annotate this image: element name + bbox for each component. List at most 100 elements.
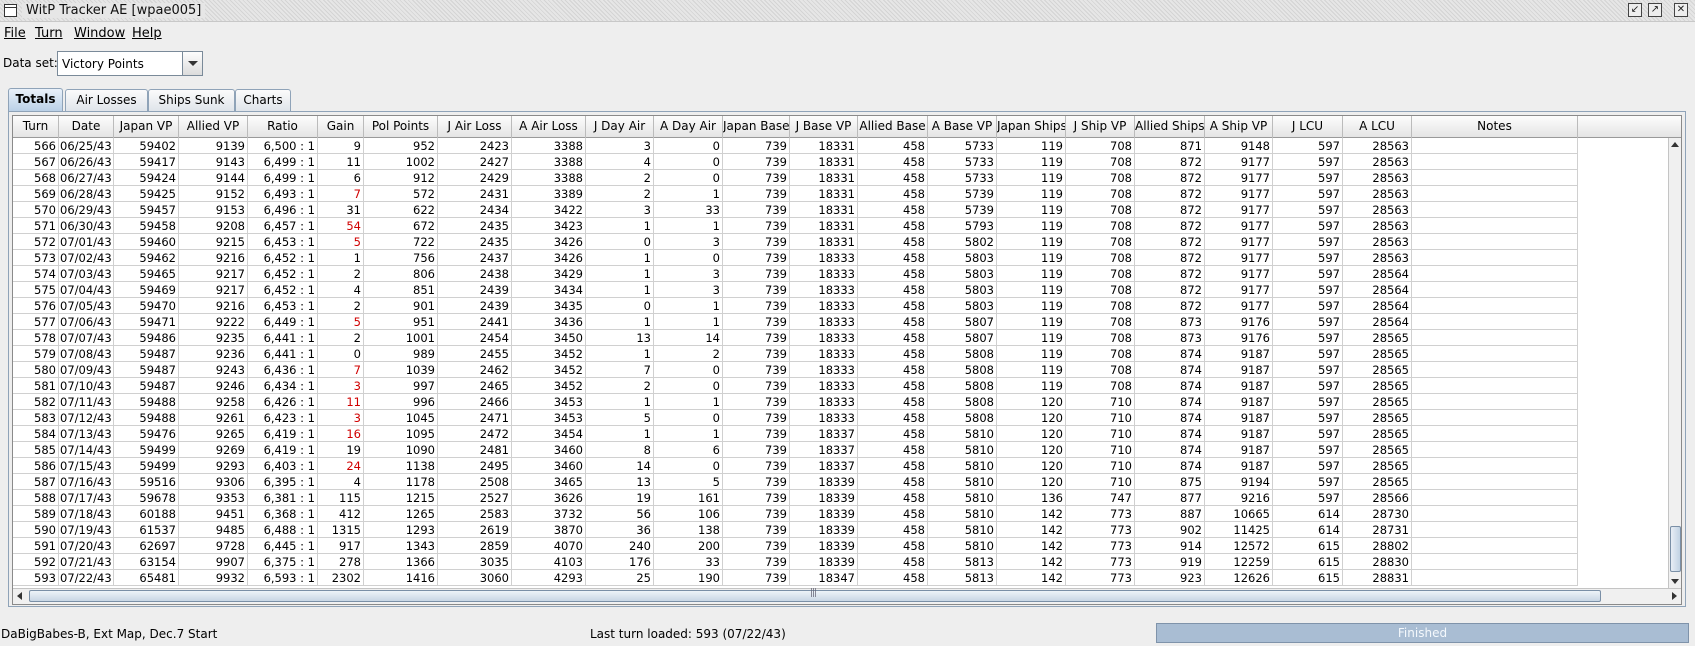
menu-file[interactable]: File — [4, 26, 26, 41]
table-cell: 458 — [858, 138, 928, 154]
table-row[interactable]: 582 07/11/43 59488 9258 6,426 : 1 11 996 2466 34… — [13, 394, 1668, 410]
vertical-scrollbar[interactable] — [1668, 138, 1681, 588]
column-header[interactable]: Notes — [1412, 116, 1578, 138]
table-cell: 574 — [13, 266, 59, 282]
table-row[interactable]: 576 07/05/43 59470 9216 6,453 : 1 2 901 2439 343… — [13, 298, 1668, 314]
column-header[interactable]: Allied VP — [179, 116, 248, 138]
column-header[interactable]: J Day Air — [586, 116, 654, 138]
table-cell: 18333 — [790, 266, 858, 282]
table-cell: 119 — [997, 330, 1066, 346]
table-row[interactable]: 590 07/19/43 61537 9485 6,488 : 1 1315 1293 261… — [13, 522, 1668, 538]
table-row[interactable]: 583 07/12/43 59488 9261 6,423 : 1 3 1045 2471 34… — [13, 410, 1668, 426]
table-cell: 615 — [1273, 570, 1343, 586]
table-cell: 200 — [654, 538, 723, 554]
table-row[interactable]: 591 07/20/43 62697 9728 6,445 : 1 917 1343 2859… — [13, 538, 1668, 554]
column-header[interactable]: J Air Loss — [438, 116, 512, 138]
table-cell: 458 — [858, 394, 928, 410]
table-row[interactable]: 567 06/26/43 59417 9143 6,499 : 1 11 1002 2427 3… — [13, 154, 1668, 170]
tab-charts[interactable]: Charts — [235, 89, 291, 111]
column-header[interactable]: Japan VP — [114, 116, 179, 138]
table-cell: 06/28/43 — [59, 186, 114, 202]
table-row[interactable]: 577 07/06/43 59471 9222 6,449 : 1 5 951 2441 343… — [13, 314, 1668, 330]
maximize-icon[interactable]: ↗ — [1648, 3, 1662, 17]
table-cell: 583 — [13, 410, 59, 426]
table-cell: 871 — [1135, 138, 1205, 154]
table-cell: 570 — [13, 202, 59, 218]
column-header[interactable]: A Ship VP — [1205, 116, 1273, 138]
minimize-icon[interactable]: ↙ — [1628, 3, 1642, 17]
horizontal-scroll-thumb[interactable] — [29, 588, 1601, 602]
table-row[interactable]: 593 07/22/43 65481 9932 6,593 : 1 2302 1416 306… — [13, 570, 1668, 586]
table-row[interactable]: 592 07/21/43 63154 9907 6,375 : 1 278 1366 3035… — [13, 554, 1668, 570]
table-cell: 739 — [723, 570, 790, 586]
dataset-select[interactable]: Victory Points — [57, 51, 203, 76]
column-header[interactable]: Japan Base — [723, 116, 790, 138]
menu-turn[interactable]: Turn — [35, 26, 63, 41]
column-header[interactable]: J Ship VP — [1066, 116, 1135, 138]
table-cell: 2466 — [438, 394, 512, 410]
table-row[interactable]: 579 07/08/43 59487 9236 6,441 : 1 0 989 2455 345… — [13, 346, 1668, 362]
tab-totals[interactable]: Totals — [8, 88, 63, 112]
horizontal-scrollbar[interactable] — [13, 588, 1681, 604]
table-cell: 615 — [1273, 538, 1343, 554]
table-row[interactable]: 589 07/18/43 60188 9451 6,368 : 1 412 1265 2583… — [13, 506, 1668, 522]
column-header[interactable]: Allied Ships — [1135, 116, 1205, 138]
table-cell: 59470 — [114, 298, 179, 314]
table-row[interactable]: 574 07/03/43 59465 9217 6,452 : 1 2 806 2438 342… — [13, 266, 1668, 282]
table-cell: 597 — [1273, 410, 1343, 426]
menu-help[interactable]: Help — [132, 26, 162, 41]
column-header[interactable]: Date — [59, 116, 114, 138]
column-header[interactable]: A LCU — [1343, 116, 1412, 138]
table-cell: 872 — [1135, 298, 1205, 314]
table-row[interactable]: 584 07/13/43 59476 9265 6,419 : 1 16 1095 2472 3… — [13, 426, 1668, 442]
table-cell: 739 — [723, 378, 790, 394]
column-header[interactable]: A Day Air — [654, 116, 723, 138]
table-row[interactable]: 587 07/16/43 59516 9306 6,395 : 1 4 1178 2508 34… — [13, 474, 1668, 490]
table-row[interactable]: 566 06/25/43 59402 9139 6,500 : 1 9 952 2423 338… — [13, 138, 1668, 154]
table-cell: 2438 — [438, 266, 512, 282]
menu-window[interactable]: Window — [74, 26, 125, 41]
scroll-right-icon[interactable] — [1667, 589, 1681, 604]
table-cell: 06/29/43 — [59, 202, 114, 218]
table-cell: 573 — [13, 250, 59, 266]
table-row[interactable]: 575 07/04/43 59469 9217 6,452 : 1 4 851 2439 343… — [13, 282, 1668, 298]
close-icon[interactable]: ✕ — [1674, 3, 1688, 17]
tab-ships-sunk[interactable]: Ships Sunk — [148, 89, 235, 111]
column-header[interactable]: A Air Loss — [512, 116, 586, 138]
table-row[interactable]: 578 07/07/43 59486 9235 6,441 : 1 2 1001 2454 34… — [13, 330, 1668, 346]
column-header[interactable]: A Base VP — [928, 116, 997, 138]
table-row[interactable]: 581 07/10/43 59487 9246 6,434 : 1 3 997 2465 345… — [13, 378, 1668, 394]
table-cell: 11 — [318, 154, 364, 170]
table-cell: 0 — [654, 170, 723, 186]
vertical-scroll-thumb[interactable] — [1670, 526, 1681, 572]
table-row[interactable]: 573 07/02/43 59462 9216 6,452 : 1 1 756 2437 342… — [13, 250, 1668, 266]
table-row[interactable]: 580 07/09/43 59487 9243 6,436 : 1 7 1039 2462 34… — [13, 362, 1668, 378]
table-row[interactable]: 568 06/27/43 59424 9144 6,499 : 1 6 912 2429 338… — [13, 170, 1668, 186]
column-header[interactable]: J LCU — [1273, 116, 1343, 138]
column-header[interactable]: Japan Ships — [997, 116, 1066, 138]
table-row[interactable]: 585 07/14/43 59499 9269 6,419 : 1 19 1090 2481 3… — [13, 442, 1668, 458]
column-header[interactable]: J Base VP — [790, 116, 858, 138]
tab-air-losses[interactable]: Air Losses — [65, 89, 148, 111]
table-row[interactable]: 572 07/01/43 59460 9215 6,453 : 1 5 722 2435 342… — [13, 234, 1668, 250]
table-cell: 708 — [1066, 154, 1135, 170]
table-row[interactable]: 586 07/15/43 59499 9293 6,403 : 1 24 1138 2495 3… — [13, 458, 1668, 474]
table-cell: 3 — [654, 266, 723, 282]
scroll-down-icon[interactable] — [1669, 575, 1681, 588]
scroll-up-icon[interactable] — [1669, 138, 1681, 151]
table-cell: 6,493 : 1 — [248, 186, 318, 202]
column-header[interactable]: Gain — [318, 116, 364, 138]
table-row[interactable]: 571 06/30/43 59458 9208 6,457 : 1 54 672 2435 34… — [13, 218, 1668, 234]
table-row[interactable]: 569 06/28/43 59425 9152 6,493 : 1 7 572 2431 338… — [13, 186, 1668, 202]
column-header[interactable]: Turn — [13, 116, 59, 138]
scroll-left-icon[interactable] — [13, 589, 27, 604]
column-header[interactable]: Allied Base — [858, 116, 928, 138]
chevron-down-icon[interactable] — [182, 52, 202, 75]
table-row[interactable]: 588 07/17/43 59678 9353 6,381 : 1 115 1215 2527… — [13, 490, 1668, 506]
table-row[interactable]: 570 06/29/43 59457 9153 6,496 : 1 31 622 2434 34… — [13, 202, 1668, 218]
table-cell: 5813 — [928, 570, 997, 586]
column-header[interactable]: Pol Points — [364, 116, 438, 138]
table-cell: 614 — [1273, 506, 1343, 522]
column-header[interactable]: Ratio — [248, 116, 318, 138]
table-cell: 2439 — [438, 298, 512, 314]
